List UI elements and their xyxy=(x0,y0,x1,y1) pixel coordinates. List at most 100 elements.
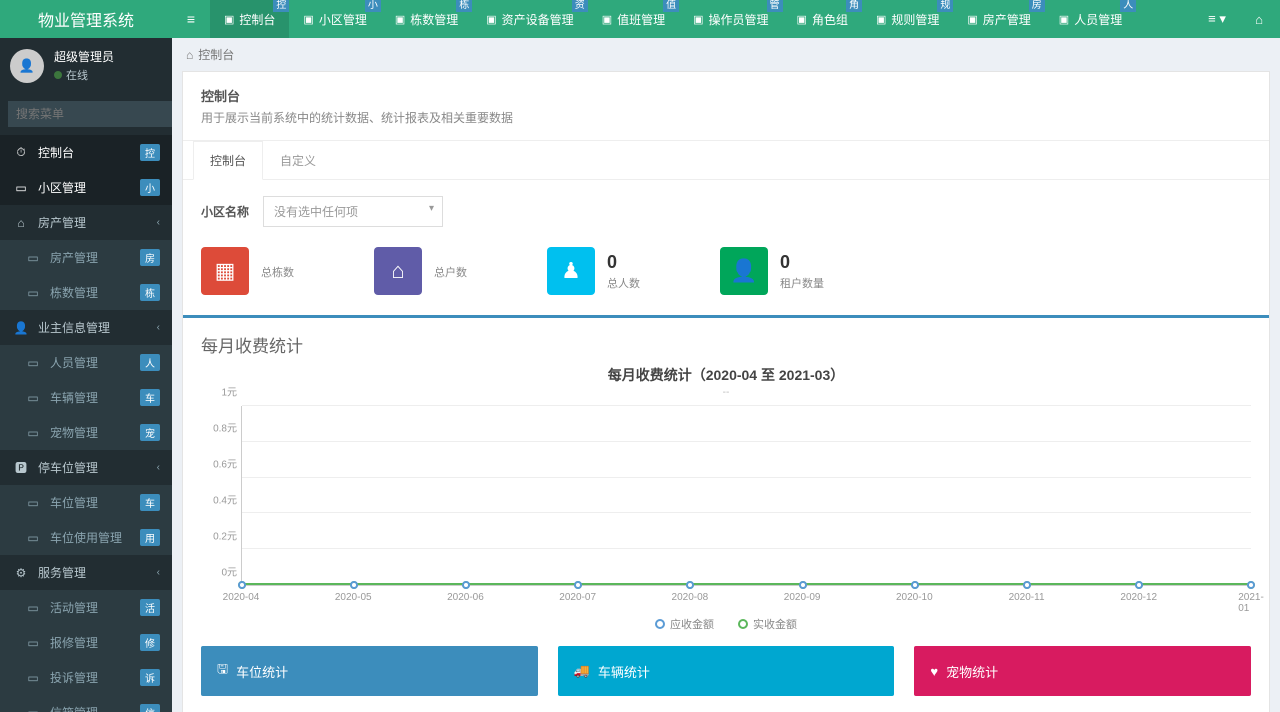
menu-label: 车位管理 xyxy=(50,494,140,511)
menu-icon: ▭ xyxy=(12,181,30,195)
sidebar-item[interactable]: ▭小区管理小 xyxy=(0,170,172,205)
menu-badge: 用 xyxy=(140,529,160,546)
sidebar-item[interactable]: 🅿停车位管理‹ xyxy=(0,450,172,485)
menu-icon: ▭ xyxy=(24,251,42,265)
search-input[interactable] xyxy=(8,101,172,127)
y-tick: 1元 xyxy=(221,384,237,399)
menu-label: 栋数管理 xyxy=(50,284,140,301)
top-tab[interactable]: ▣栋数管理栋 xyxy=(381,0,472,38)
top-tab[interactable]: ▣人员管理人 xyxy=(1045,0,1136,38)
sidebar-item[interactable]: ▭栋数管理栋 xyxy=(0,275,172,310)
menu-badge: 栋 xyxy=(140,284,160,301)
sidebar-item[interactable]: ▭人员管理人 xyxy=(0,345,172,380)
status-dot-icon xyxy=(54,71,62,79)
tab-label: 栋数管理 xyxy=(410,11,458,28)
tab-icon: ▣ xyxy=(693,13,703,26)
building-icon: ▦ xyxy=(201,247,249,295)
filter-row: 小区名称 没有选中任何项 xyxy=(183,180,1269,243)
menu-label: 业主信息管理 xyxy=(38,319,157,336)
x-tick: 2021-01 xyxy=(1238,592,1264,614)
plot-area xyxy=(241,406,1251,586)
chevron-left-icon: ‹ xyxy=(157,217,160,228)
stat-card[interactable]: 🚚车辆统计 xyxy=(558,646,895,696)
tab-badge: 小 xyxy=(365,0,381,12)
sidebar-item[interactable]: ▭房产管理房 xyxy=(0,240,172,275)
menu-icon: ⚙ xyxy=(12,566,30,580)
menu-icon: 🅿 xyxy=(12,459,30,476)
sidebar-item[interactable]: ▭车位使用管理用 xyxy=(0,520,172,555)
truck-icon: 🚚 xyxy=(574,663,590,679)
sidebar-item[interactable]: ⏱控制台控 xyxy=(0,135,172,170)
sub-tab[interactable]: 自定义 xyxy=(263,141,333,180)
sub-tab[interactable]: 控制台 xyxy=(193,141,263,180)
menu-icon: ▭ xyxy=(24,426,42,440)
stat-card[interactable]: 🖫车位统计 xyxy=(201,646,538,696)
sidebar-menu: ⏱控制台控▭小区管理小⌂房产管理‹▭房产管理房▭栋数管理栋👤业主信息管理‹▭人员… xyxy=(0,135,172,712)
top-tab[interactable]: ▣角色组角 xyxy=(783,0,862,38)
tab-icon: ▣ xyxy=(876,13,886,26)
sidebar-item[interactable]: ▭活动管理活 xyxy=(0,590,172,625)
home-button[interactable]: ⌂ xyxy=(1238,12,1280,27)
tab-badge: 管 xyxy=(767,0,783,12)
menu-icon: ▭ xyxy=(24,356,42,370)
legend-item[interactable]: 应收金额 xyxy=(655,616,714,632)
sidebar-item[interactable]: ▭车位管理车 xyxy=(0,485,172,520)
more-menu[interactable]: ≡ ▾ xyxy=(1196,11,1238,27)
stat-card: ♟0总人数 xyxy=(547,247,640,295)
community-select[interactable]: 没有选中任何项 xyxy=(263,196,443,227)
menu-icon: ▭ xyxy=(24,671,42,685)
x-tick: 2020-12 xyxy=(1120,592,1157,603)
stat-card: ▦总栋数 xyxy=(201,247,294,295)
chart-legend: 应收金额 实收金额 xyxy=(201,616,1251,632)
menu-label: 投诉管理 xyxy=(50,669,140,686)
y-tick: 0元 xyxy=(221,564,237,579)
sidebar-item[interactable]: ▭ 投诉管理诉 xyxy=(0,660,172,695)
top-tab[interactable]: ▣小区管理小 xyxy=(289,0,380,38)
top-tab[interactable]: ▣资产设备管理资 xyxy=(472,0,587,38)
user-status: 在线 xyxy=(54,67,114,83)
sidebar-item[interactable]: 👤业主信息管理‹ xyxy=(0,310,172,345)
save-icon: 🖫 xyxy=(217,660,228,682)
tab-label: 值班管理 xyxy=(617,11,665,28)
top-tabs: ▣控制台控▣小区管理小▣栋数管理栋▣资产设备管理资▣值班管理值▣操作员管理管▣角… xyxy=(210,0,1196,38)
top-tab[interactable]: ▣房产管理房 xyxy=(953,0,1044,38)
top-tab[interactable]: ▣规则管理规 xyxy=(862,0,953,38)
breadcrumb-label: 控制台 xyxy=(198,46,234,63)
chevron-left-icon: ‹ xyxy=(157,322,160,333)
top-tab[interactable]: ▣控制台控 xyxy=(210,0,289,38)
menu-badge: 修 xyxy=(140,634,160,651)
legend-dot-icon xyxy=(738,619,748,629)
top-tab[interactable]: ▣操作员管理管 xyxy=(679,0,782,38)
menu-label: 服务管理 xyxy=(38,564,157,581)
menu-badge: 诉 xyxy=(140,669,160,686)
stat-label: 总户数 xyxy=(434,264,467,280)
page-title: 控制台 xyxy=(201,86,1251,105)
sidebar-item[interactable]: ▭宠物管理宠 xyxy=(0,415,172,450)
grid-line xyxy=(242,405,1251,406)
stat-card[interactable]: ♥宠物统计 xyxy=(914,646,1251,696)
sidebar-item[interactable]: ⌂房产管理‹ xyxy=(0,205,172,240)
menu-toggle[interactable]: ≡ xyxy=(172,0,210,38)
stat-card: 👤0租户数量 xyxy=(720,247,824,295)
avatar: 👤 xyxy=(10,49,44,83)
grid-line xyxy=(242,441,1251,442)
top-tab[interactable]: ▣值班管理值 xyxy=(588,0,679,38)
sidebar-item[interactable]: ▭车辆管理车 xyxy=(0,380,172,415)
user-status-text: 在线 xyxy=(66,67,88,83)
menu-badge: 小 xyxy=(140,179,160,196)
menu-badge: 房 xyxy=(140,249,160,266)
tab-badge: 值 xyxy=(663,0,679,12)
sidebar-item[interactable]: ▭报修管理修 xyxy=(0,625,172,660)
menu-label: 车辆管理 xyxy=(50,389,140,406)
legend-item[interactable]: 实收金额 xyxy=(738,616,797,632)
menu-icon: ▭ xyxy=(24,706,42,712)
tab-icon: ▣ xyxy=(486,13,496,26)
menu-label: 信箱管理 xyxy=(50,704,140,712)
sidebar-item[interactable]: ▭信箱管理信 xyxy=(0,695,172,712)
dashboard-icon: ⌂ xyxy=(186,48,193,62)
stat-label: 总人数 xyxy=(607,275,640,291)
sidebar-item[interactable]: ⚙服务管理‹ xyxy=(0,555,172,590)
menu-badge: 车 xyxy=(140,389,160,406)
heart-icon: ♥ xyxy=(930,664,938,679)
chart-area: 0元0.2元0.4元0.6元0.8元1元 2020-042020-052020-… xyxy=(201,406,1251,606)
